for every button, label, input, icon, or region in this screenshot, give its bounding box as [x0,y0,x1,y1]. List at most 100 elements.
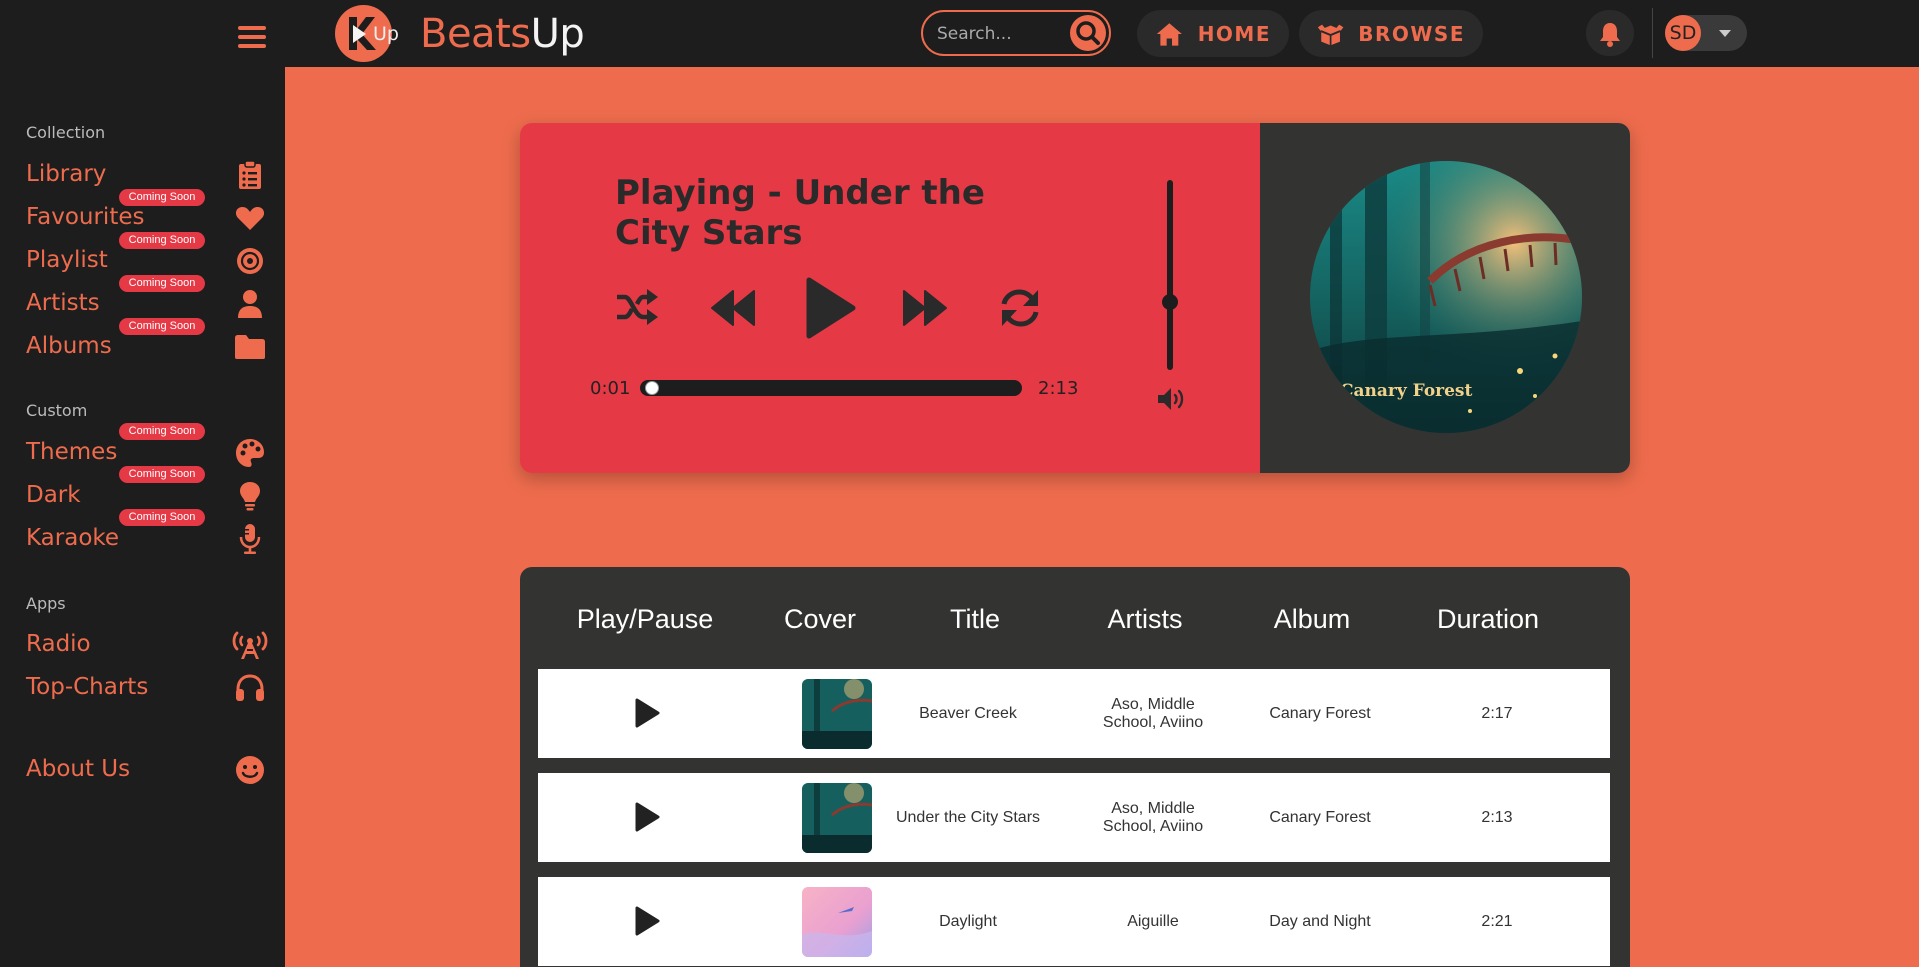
sidebar-item-top-charts[interactable]: Top-Charts [26,672,266,706]
notifications-button[interactable] [1586,10,1634,56]
shuffle-button[interactable] [615,287,659,331]
now-playing-title: Playing - Under the City Stars [615,173,985,253]
track-duration: 2:13 [1481,808,1513,826]
caret-down-icon [1719,30,1731,37]
sidebar-item-albums[interactable]: Albums [26,331,266,365]
column-header-cover: Cover [783,604,857,634]
next-button[interactable] [902,289,948,331]
total-time: 2:13 [1038,378,1079,399]
clipboard-list-icon [234,159,266,191]
sidebar-item-playlist[interactable]: Playlist [26,245,266,279]
volume-up-icon[interactable] [1156,386,1186,416]
logo-text: Up [373,23,399,45]
sidebar-item-radio[interactable]: Radio [26,629,268,663]
divider [1652,8,1653,58]
user-menu[interactable]: SD [1665,15,1747,51]
nav-home-label: HOME [1197,21,1271,46]
track-duration: 2:21 [1481,912,1513,930]
search-icon [1076,21,1100,45]
sidebar-item-label: About Us [26,756,131,782]
album-art: Canary Forest [1310,161,1582,433]
table-row[interactable]: Beaver Creek Aso, Middle School, Aviino … [538,669,1610,758]
track-album: Canary Forest [1269,808,1371,826]
sidebar-item-label: Albums [26,333,112,359]
sidebar-item-karaoke[interactable]: Karaoke [26,523,266,557]
nav-browse-button[interactable]: BROWSE [1299,10,1483,57]
sidebar-item-label: Artists [26,290,100,316]
nav-home-button[interactable]: HOME [1137,10,1289,57]
play-icon [806,277,856,339]
sidebar-item-artists[interactable]: Artists [26,288,266,322]
progress-handle[interactable] [644,381,659,395]
sidebar: Collection Library Coming Soon Favourite… [0,67,285,967]
smile-icon [234,754,266,786]
sidebar-item-library[interactable]: Library [26,159,266,193]
box-open-icon [1317,24,1344,45]
search-box [921,10,1111,56]
table-row[interactable]: Under the City Stars Aso, Middle School,… [538,773,1610,862]
user-icon [234,288,266,320]
track-artists: Aiguille [1127,912,1179,930]
sidebar-item-label: Top-Charts [26,674,149,700]
sidebar-item-favourites[interactable]: Favourites [26,202,266,236]
section-title-collection: Collection [26,123,106,142]
track-title: Daylight [939,912,997,930]
play-pause-button[interactable] [803,277,857,343]
microphone-icon [234,523,266,555]
sidebar-item-label: Library [26,161,107,187]
track-cover [802,887,872,957]
track-title: Beaver Creek [919,704,1017,722]
progress-bar[interactable] [640,380,1022,396]
play-icon [635,906,660,936]
shuffle-icon [617,289,658,325]
previous-button[interactable] [710,289,756,331]
play-icon [635,698,660,728]
track-cover [802,783,872,853]
logo[interactable]: Up BeatsUp [335,5,585,62]
track-title: Under the City Stars [895,808,1041,826]
sidebar-item-label: Karaoke [26,525,120,551]
track-list: Play/Pause Cover Title Artists Album Dur… [520,567,1630,967]
play-icon [635,802,660,832]
album-art-panel: Canary Forest [1260,123,1630,473]
repeat-button[interactable] [998,286,1042,334]
folder-icon [234,331,266,363]
headphones-icon [234,672,266,704]
record-vinyl-icon [234,245,266,277]
row-play-button[interactable] [633,905,661,941]
track-artists: Aso, Middle School, Aviino [1102,799,1204,835]
column-header-play: Play/Pause [576,604,714,634]
sidebar-item-label: Themes [26,439,118,465]
current-time: 0:01 [590,378,631,399]
menu-toggle-icon[interactable] [238,26,266,52]
column-header-title: Title [949,604,1000,634]
volume-handle[interactable] [1162,293,1178,310]
avatar: SD [1665,15,1701,51]
nav-browse-label: BROWSE [1358,21,1465,46]
heart-icon [234,202,266,234]
row-play-button[interactable] [633,697,661,733]
search-input[interactable] [937,22,1067,46]
column-header-duration: Duration [1436,604,1540,634]
track-cover [802,679,872,749]
column-header-album: Album [1273,604,1351,634]
section-title-custom: Custom [26,401,88,420]
sidebar-item-label: Favourites [26,204,145,230]
search-button[interactable] [1070,15,1106,51]
sync-icon [1001,289,1039,327]
palette-icon [234,437,266,469]
sidebar-item-label: Radio [26,631,91,657]
volume-slider[interactable] [1162,180,1178,370]
top-bar: Up BeatsUp HOME BROWSE S [0,0,1919,67]
bell-icon [1600,23,1620,47]
row-play-button[interactable] [633,801,661,837]
sidebar-item-label: Dark [26,482,81,508]
forward-icon [903,290,947,326]
sidebar-item-about-us[interactable]: About Us [26,754,266,788]
table-row[interactable]: Daylight Aiguille Day and Night 2:21 [538,877,1610,966]
brand-name: BeatsUp [420,10,585,57]
player-controls-panel: Playing - Under the City Stars 0:01 2:13 [520,123,1260,473]
broadcast-tower-icon [230,629,270,661]
lightbulb-icon [234,480,266,512]
track-album: Canary Forest [1269,704,1371,722]
